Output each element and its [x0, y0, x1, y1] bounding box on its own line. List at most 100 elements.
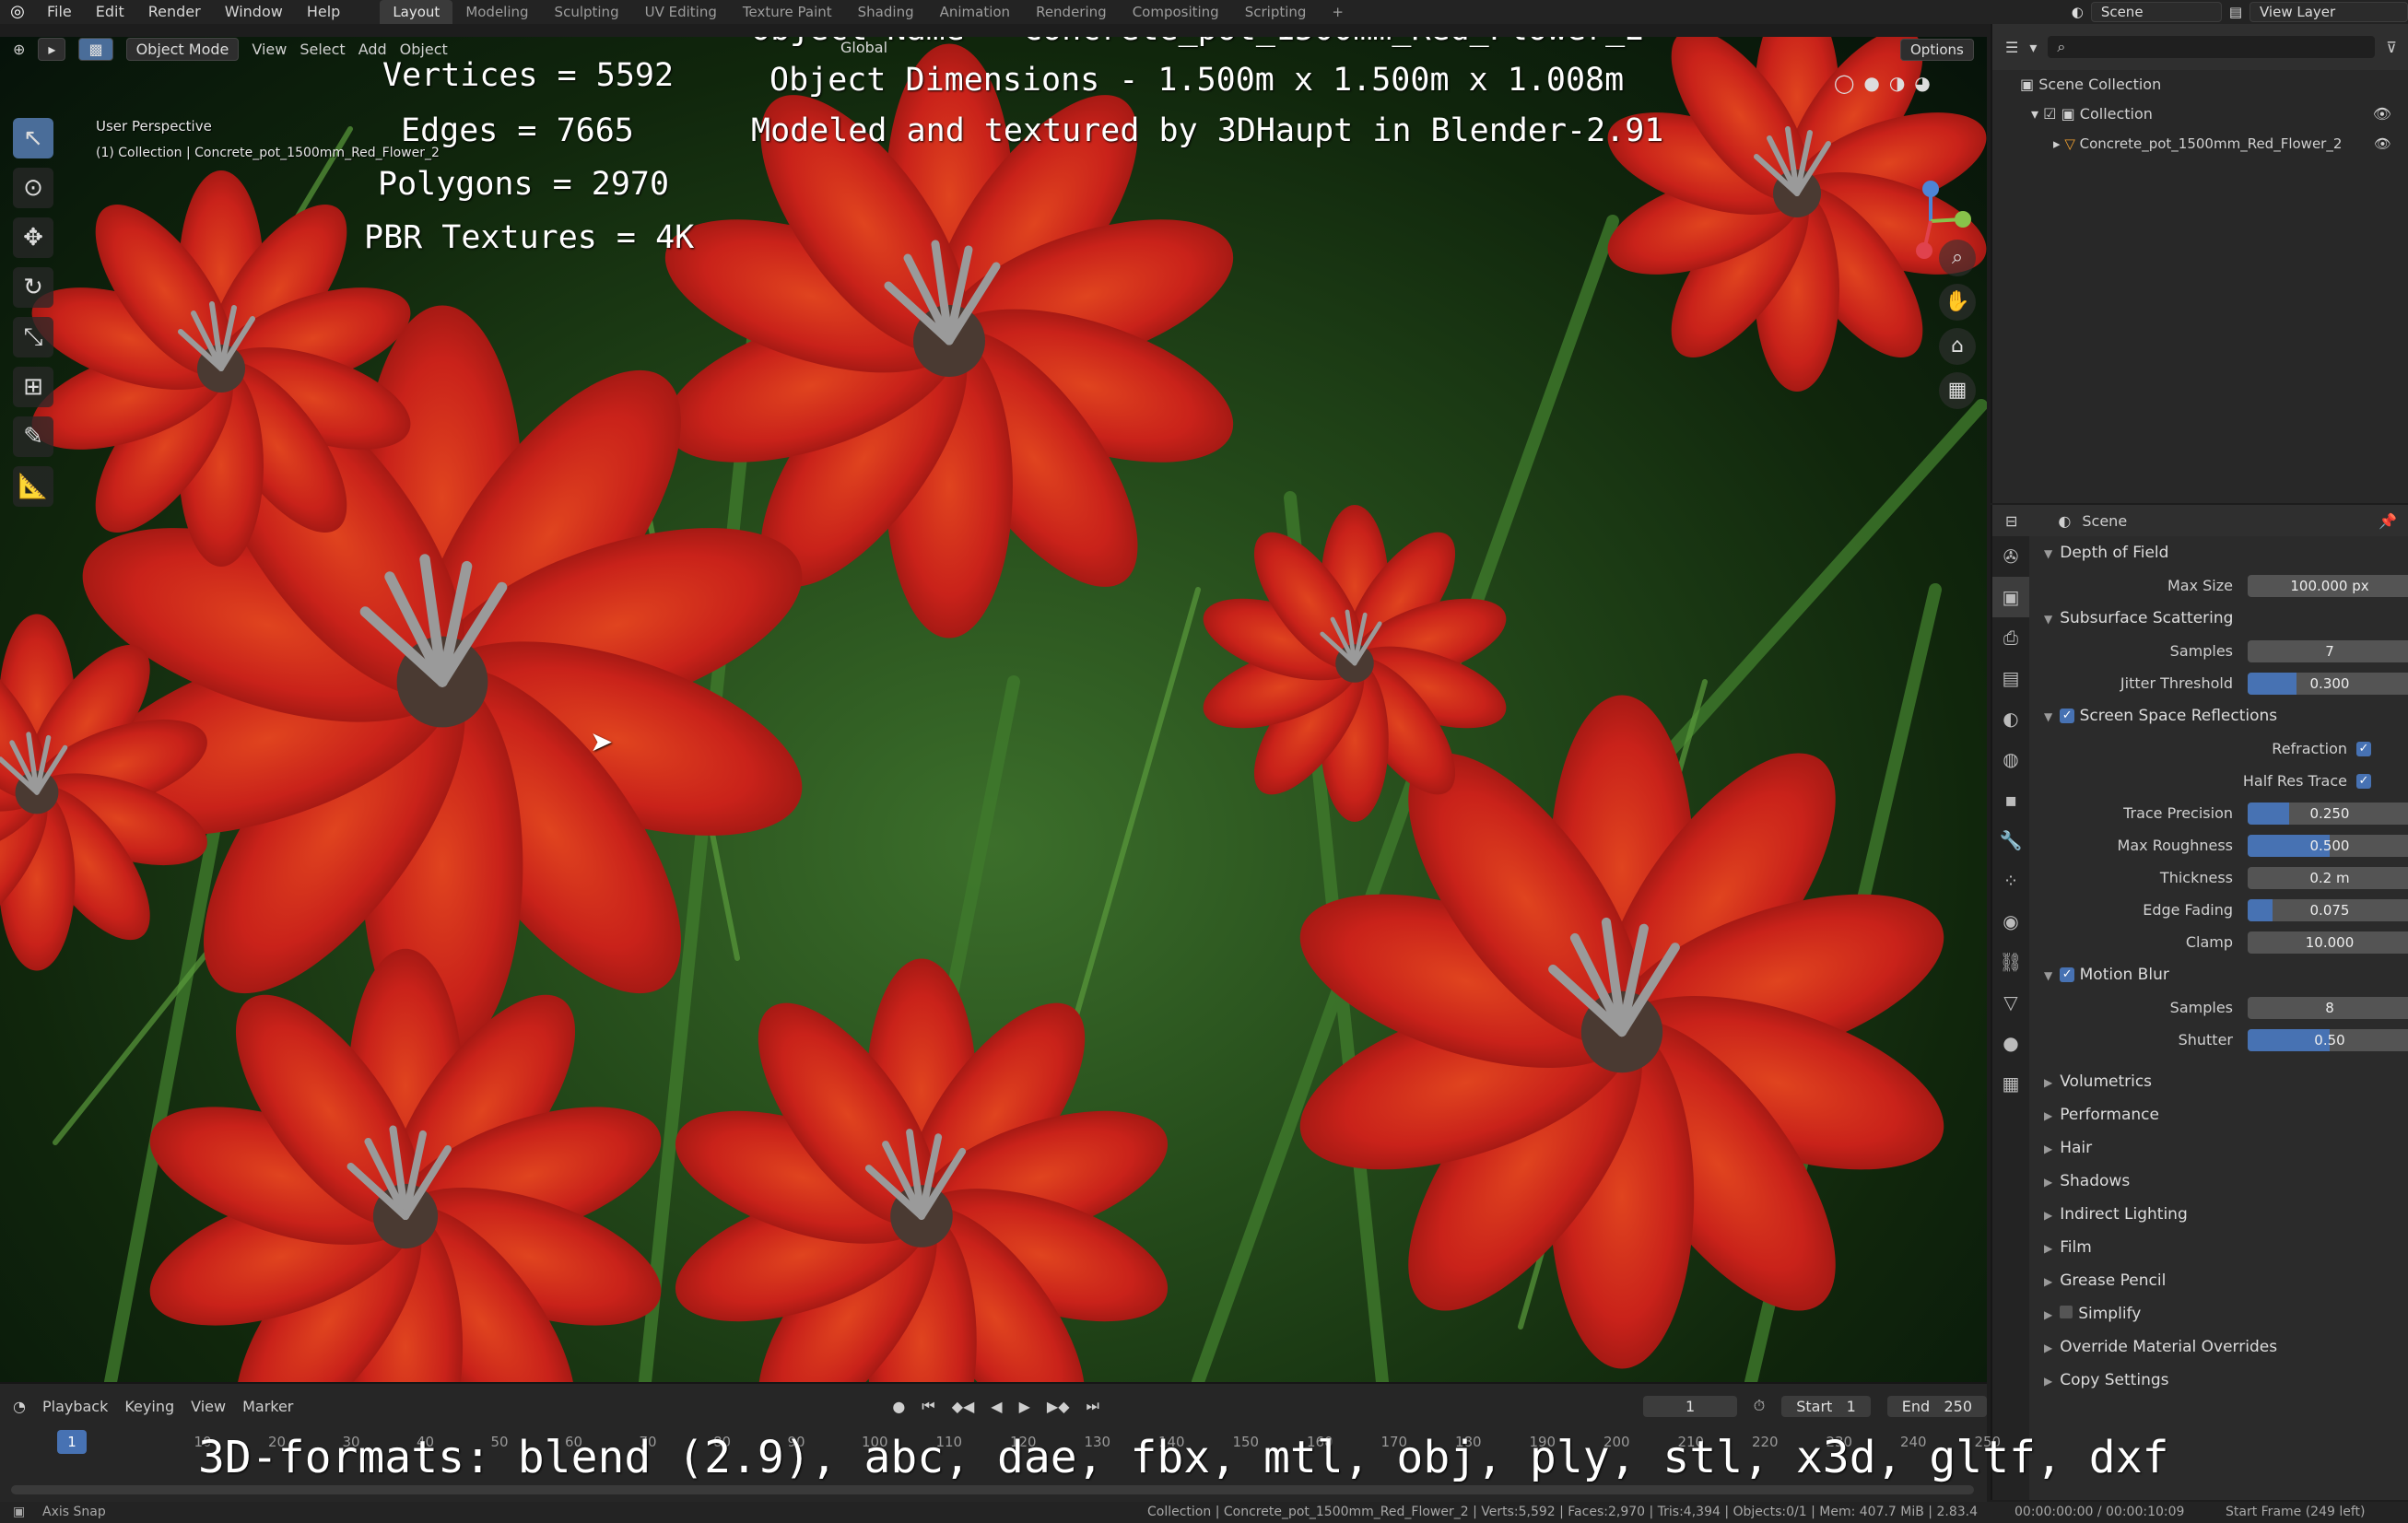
end-frame-field[interactable]: End 250 [1886, 1395, 1987, 1417]
outliner-scene-collection[interactable]: ▣ Scene Collection [1992, 70, 2408, 100]
tab-modeling[interactable]: Modeling [452, 0, 541, 24]
clock-icon[interactable]: ⏱ [1754, 1397, 1765, 1415]
refraction-checkbox[interactable]: ✓ [2356, 742, 2371, 756]
tab-uv-editing[interactable]: UV Editing [632, 0, 730, 24]
pan-hand-icon[interactable]: ✋ [1939, 284, 1976, 321]
select-box-button[interactable]: ▩ [78, 37, 113, 61]
prev-key-icon[interactable]: ◆◀ [952, 1398, 975, 1415]
transform-orientation[interactable]: Global [840, 39, 887, 56]
rendered-shading-icon[interactable]: ◕ [1914, 72, 1930, 94]
material-shading-icon[interactable]: ◑ [1889, 72, 1905, 94]
clamp-field[interactable]: 10.000 [2248, 931, 2408, 954]
keying-menu[interactable]: Keying [124, 1398, 174, 1415]
transform-tool-icon[interactable]: ⊞ [13, 367, 53, 407]
current-frame-indicator[interactable]: 1 [57, 1430, 87, 1454]
3d-viewport[interactable]: Vertices = 5592 Edges = 7665 Polygons = … [0, 37, 1987, 1382]
tab-compositing[interactable]: Compositing [1120, 0, 1232, 24]
solid-shading-icon[interactable]: ● [1863, 72, 1879, 94]
ssr-checkbox[interactable]: ✓ [2060, 709, 2075, 723]
marker-menu[interactable]: Marker [242, 1398, 293, 1415]
material-tab-icon[interactable]: ● [1992, 1023, 2029, 1063]
zoom-icon[interactable]: ⌕ [1939, 240, 1976, 276]
data-tab-icon[interactable]: ▽ [1992, 982, 2029, 1023]
max-size-field[interactable]: 100.000 px [2248, 575, 2408, 597]
mb-samples-field[interactable]: 8 [2248, 997, 2408, 1019]
half-res-checkbox[interactable]: ✓ [2356, 774, 2371, 789]
section-hair[interactable]: ▶ Hair [2033, 1131, 2406, 1165]
jitter-slider[interactable]: 0.300 [2248, 673, 2408, 695]
tab-rendering[interactable]: Rendering [1023, 0, 1120, 24]
menu-view[interactable]: View [252, 41, 287, 58]
menu-help[interactable]: Help [295, 0, 352, 24]
move-tool-icon[interactable]: ✥ [13, 217, 53, 258]
visibility-eye-icon[interactable]: 👁 [2373, 100, 2391, 129]
section-ssr[interactable]: ▼ ✓ Screen Space Reflections [2033, 699, 2406, 732]
scene-tab-icon[interactable]: ◐ [1992, 698, 2029, 739]
section-simplify[interactable]: ▶ Simplify [2033, 1297, 2406, 1330]
tool-tab-icon[interactable]: ✇ [1992, 536, 2029, 577]
tab-texture-paint[interactable]: Texture Paint [730, 0, 845, 24]
play-icon[interactable]: ▶ [1019, 1398, 1030, 1415]
world-tab-icon[interactable]: ◍ [1992, 739, 2029, 779]
modifier-tab-icon[interactable]: 🔧 [1992, 820, 2029, 861]
section-shadows[interactable]: ▶ Shadows [2033, 1165, 2406, 1198]
section-depth-of-field[interactable]: ▼ Depth of Field [2033, 536, 2406, 569]
shutter-slider[interactable]: 0.50 [2248, 1029, 2408, 1051]
cursor-tool-icon[interactable]: ⊙ [13, 168, 53, 208]
outliner-search-input[interactable]: ⌕ [2048, 36, 2376, 58]
menu-file[interactable]: File [35, 0, 84, 24]
menu-object[interactable]: Object [400, 41, 448, 58]
sss-samples-field[interactable]: 7 [2248, 640, 2408, 662]
object-tab-icon[interactable]: ▪ [1992, 779, 2029, 820]
annotate-tool-icon[interactable]: ✎ [13, 416, 53, 457]
output-tab-icon[interactable]: ⎙ [1992, 617, 2029, 658]
current-frame-field[interactable]: 1 [1643, 1395, 1737, 1417]
menu-add[interactable]: Add [358, 41, 387, 58]
display-mode-icon[interactable]: ▾ [2029, 39, 2037, 56]
expand-arrow-icon[interactable]: ▾ [2031, 105, 2038, 123]
menu-render[interactable]: Render [136, 0, 213, 24]
wireframe-shading-icon[interactable]: ◯ [1834, 72, 1854, 94]
select-mode-button[interactable]: ▸ [38, 37, 66, 61]
scene-selector[interactable]: Scene [2090, 2, 2222, 22]
visibility-eye-icon[interactable]: 👁 [2374, 129, 2391, 158]
tab-shading[interactable]: Shading [845, 0, 927, 24]
section-volumetrics[interactable]: ▶ Volumetrics [2033, 1065, 2406, 1098]
menu-window[interactable]: Window [213, 0, 295, 24]
tab-animation[interactable]: Animation [927, 0, 1023, 24]
playback-menu[interactable]: Playback [42, 1398, 108, 1415]
motion-blur-checkbox[interactable]: ✓ [2060, 967, 2075, 982]
camera-icon[interactable]: ⌂ [1939, 328, 1976, 365]
view-layer-tab-icon[interactable]: ▤ [1992, 658, 2029, 698]
scene-icon[interactable]: ◐ [2072, 4, 2084, 20]
max-roughness-slider[interactable]: 0.500 [2248, 835, 2408, 857]
start-frame-field[interactable]: Start 1 [1781, 1395, 1871, 1417]
section-performance[interactable]: ▶ Performance [2033, 1098, 2406, 1131]
edge-fading-slider[interactable]: 0.075 [2248, 899, 2408, 921]
grid-icon[interactable]: ▦ [1939, 372, 1976, 409]
section-copy-settings[interactable]: ▶ Copy Settings [2033, 1364, 2406, 1397]
pin-icon[interactable]: 📌 [2379, 512, 2397, 530]
render-tab-icon[interactable]: ▣ [1992, 577, 2029, 617]
simplify-checkbox[interactable] [2060, 1306, 2073, 1318]
options-button[interactable]: Options [1900, 39, 1974, 61]
outliner-object[interactable]: ▸ ▽ Concrete_pot_1500mm_Red_Flower_2 👁 [1992, 129, 2408, 158]
tab-scripting[interactable]: Scripting [1232, 0, 1320, 24]
tab-sculpting[interactable]: Sculpting [542, 0, 632, 24]
tab-layout[interactable]: Layout [380, 0, 453, 24]
view-layer-icon[interactable]: ▤ [2229, 4, 2242, 20]
editor-type-icon[interactable]: ⊕ [13, 41, 25, 58]
rotate-tool-icon[interactable]: ↻ [13, 267, 53, 308]
jump-start-icon[interactable]: ⏮ [922, 1397, 934, 1415]
outliner-editor-icon[interactable]: ☰ [2005, 39, 2018, 56]
section-grease-pencil[interactable]: ▶ Grease Pencil [2033, 1264, 2406, 1297]
menu-select[interactable]: Select [300, 41, 345, 58]
mode-selector[interactable]: Object Mode [125, 37, 240, 61]
view-layer-selector[interactable]: View Layer [2249, 2, 2408, 22]
section-film[interactable]: ▶ Film [2033, 1231, 2406, 1264]
select-tool-icon[interactable]: ↖ [13, 118, 53, 158]
measure-tool-icon[interactable]: 📐 [13, 466, 53, 507]
play-reverse-icon[interactable]: ◀ [991, 1398, 1002, 1415]
scale-tool-icon[interactable]: ⤡ [13, 317, 53, 357]
texture-tab-icon[interactable]: ▦ [1992, 1063, 2029, 1104]
